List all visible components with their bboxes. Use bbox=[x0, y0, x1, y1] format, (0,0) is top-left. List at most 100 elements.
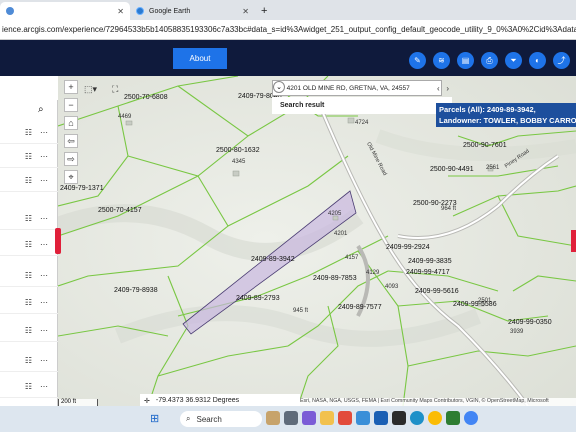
measure-icon[interactable]: ◐ bbox=[529, 52, 546, 69]
home-button[interactable]: ⌂ bbox=[64, 116, 78, 130]
more-menu-icon[interactable]: ⋯ bbox=[40, 356, 48, 365]
list-item[interactable]: ☷ ⋯ bbox=[0, 320, 58, 342]
file-explorer-icon[interactable] bbox=[320, 411, 334, 425]
address-label: 3939 bbox=[510, 329, 524, 335]
list-item[interactable]: ☷ ⋯ bbox=[0, 234, 58, 256]
app-icon[interactable] bbox=[392, 411, 406, 425]
list-icon: ☷ bbox=[24, 240, 32, 249]
address-label: 4201 bbox=[334, 231, 348, 237]
more-menu-icon[interactable]: ⋯ bbox=[40, 152, 48, 161]
parcel-label: 2500-90-4491 bbox=[430, 166, 474, 173]
zoom-out-button[interactable]: − bbox=[64, 98, 78, 112]
zoom-in-button[interactable]: + bbox=[64, 80, 78, 94]
layer-list-panel: ⌕ ☷ ⋯ ☷ ⋯ ☷ ⋯ ☷ ⋯ ☷ ⋯ ☷ ⋯ ☷ ⋯ ☷ ⋯ ☷ ⋯ ☷ ⋯ bbox=[0, 100, 58, 406]
address-label: 4345 bbox=[232, 159, 246, 165]
crosshair-icon: ✛ bbox=[144, 397, 150, 405]
panel-collapse-handle[interactable] bbox=[55, 228, 61, 254]
more-menu-icon[interactable]: ⋯ bbox=[40, 382, 48, 391]
parcel-label: 2409-99-3835 bbox=[408, 258, 452, 265]
more-menu-icon[interactable]: ⋯ bbox=[40, 128, 48, 137]
share-icon[interactable]: ⤴ bbox=[553, 52, 570, 69]
layers-icon[interactable]: ≋ bbox=[433, 52, 450, 69]
app-icon[interactable] bbox=[446, 411, 460, 425]
previous-feature-icon[interactable]: ‹ bbox=[437, 84, 440, 93]
outlook-icon[interactable] bbox=[374, 411, 388, 425]
list-item[interactable]: ☷ ⋯ bbox=[0, 170, 58, 192]
locate-button[interactable]: ⌖ bbox=[64, 170, 78, 184]
feature-popup[interactable]: Parcels (All): 2409-89-3942, Landowner: … bbox=[436, 103, 576, 127]
right-panel-handle[interactable] bbox=[571, 230, 576, 252]
address-label: 4205 bbox=[328, 211, 342, 217]
comment-icon[interactable]: ✎ bbox=[409, 52, 426, 69]
address-label: 2501 bbox=[478, 298, 492, 304]
popup-parcel-line: Parcels (All): 2409-89-3942, bbox=[439, 105, 536, 114]
edge-icon[interactable] bbox=[410, 411, 424, 425]
teams-icon[interactable] bbox=[302, 411, 316, 425]
close-tab-icon[interactable]: ✕ bbox=[242, 7, 249, 16]
parcel-label: 2409-79-8938 bbox=[114, 287, 158, 294]
list-icon: ☷ bbox=[24, 271, 32, 280]
new-tab-button[interactable]: + bbox=[261, 5, 267, 17]
about-button[interactable]: About bbox=[173, 48, 227, 69]
more-menu-icon[interactable]: ⋯ bbox=[40, 326, 48, 335]
list-item[interactable]: ☷ ⋯ bbox=[0, 208, 58, 230]
search-input[interactable]: ⌕ 4201 OLD MINE RD, GRETNA, VA, 24557 bbox=[272, 80, 442, 96]
parcel-label: 2409-99-2924 bbox=[386, 244, 430, 251]
more-menu-icon[interactable]: ⋯ bbox=[40, 271, 48, 280]
print-icon[interactable]: ⎙ bbox=[481, 52, 498, 69]
taskbar-search[interactable]: ⌕ Search bbox=[180, 411, 262, 427]
list-item[interactable]: ☷ ⋯ bbox=[0, 350, 58, 372]
list-item[interactable]: ☷ ⋯ bbox=[0, 292, 58, 314]
parcel-label: 2409-99-0350 bbox=[508, 319, 552, 326]
next-extent-button[interactable]: ⇨ bbox=[64, 152, 78, 166]
parcel-label: 2409-89-7577 bbox=[338, 304, 382, 311]
list-item[interactable]: ☷ ⋯ bbox=[0, 122, 58, 144]
select-tool-icon[interactable]: ⬚▾ bbox=[84, 84, 97, 95]
windows-start-icon[interactable]: ⊞ bbox=[150, 412, 159, 425]
address-label: 945 ft bbox=[293, 308, 309, 314]
chrome-icon[interactable] bbox=[428, 411, 442, 425]
popup-landowner-line: Landowner: TOWLER, BOBBY CARROLL bbox=[439, 116, 576, 125]
google-earth-favicon-icon bbox=[136, 7, 144, 15]
address-label: 4093 bbox=[385, 284, 399, 290]
address-label: 2561 bbox=[486, 165, 500, 171]
list-icon: ☷ bbox=[24, 326, 32, 335]
clear-selection-icon[interactable]: ⛶ bbox=[112, 84, 118, 95]
list-icon: ☷ bbox=[24, 176, 32, 185]
task-view-icon[interactable] bbox=[284, 411, 298, 425]
list-item[interactable]: ☷ ⋯ bbox=[0, 265, 58, 287]
map-attribution: Esri, NASA, NGA, USGS, FEMA | Esri Commu… bbox=[300, 398, 576, 406]
office-icon[interactable] bbox=[338, 411, 352, 425]
parcel-label: 2500-70-4157 bbox=[98, 207, 142, 214]
list-item[interactable]: ☷ ⋯ bbox=[0, 376, 58, 398]
more-menu-icon[interactable]: ⋯ bbox=[40, 176, 48, 185]
filter-icon[interactable]: ⏷ bbox=[505, 52, 522, 69]
parcel-label: 2409-99-4717 bbox=[406, 269, 450, 276]
list-item[interactable]: ☷ ⋯ bbox=[0, 146, 58, 168]
store-icon[interactable] bbox=[356, 411, 370, 425]
tab-google-earth[interactable]: Google Earth ✕ bbox=[130, 2, 255, 20]
search-icon: ⌕ bbox=[186, 414, 191, 423]
more-menu-icon[interactable]: ⋯ bbox=[40, 298, 48, 307]
list-icon: ☷ bbox=[24, 298, 32, 307]
list-icon: ☷ bbox=[24, 382, 32, 391]
address-label: 4469 bbox=[118, 114, 132, 120]
collapse-search-button[interactable]: ⌄ bbox=[273, 81, 285, 93]
address-label: 4724 bbox=[355, 120, 369, 126]
url-text: ience.arcgis.com/experience/72964533b5b1… bbox=[2, 25, 576, 34]
more-menu-icon[interactable]: ⋯ bbox=[40, 240, 48, 249]
widget-icon[interactable] bbox=[266, 411, 280, 425]
list-icon: ☷ bbox=[24, 356, 32, 365]
more-menu-icon[interactable]: ⋯ bbox=[40, 214, 48, 223]
previous-extent-button[interactable]: ⇦ bbox=[64, 134, 78, 148]
parcel-label: 2409-89-7853 bbox=[313, 275, 357, 282]
address-label: 964 ft bbox=[441, 206, 457, 212]
list-icon: ☷ bbox=[24, 152, 32, 161]
table-icon[interactable]: ▤ bbox=[457, 52, 474, 69]
map-toolbar: + − ⌂ ⇦ ⇨ ⌖ bbox=[62, 80, 80, 190]
parcel-label: 2409-89-2793 bbox=[236, 295, 280, 302]
google-earth-icon[interactable] bbox=[464, 411, 478, 425]
panel-search-icon[interactable]: ⌕ bbox=[38, 104, 44, 115]
popup-nav: ‹ › bbox=[437, 84, 449, 93]
next-feature-icon[interactable]: › bbox=[446, 84, 449, 93]
